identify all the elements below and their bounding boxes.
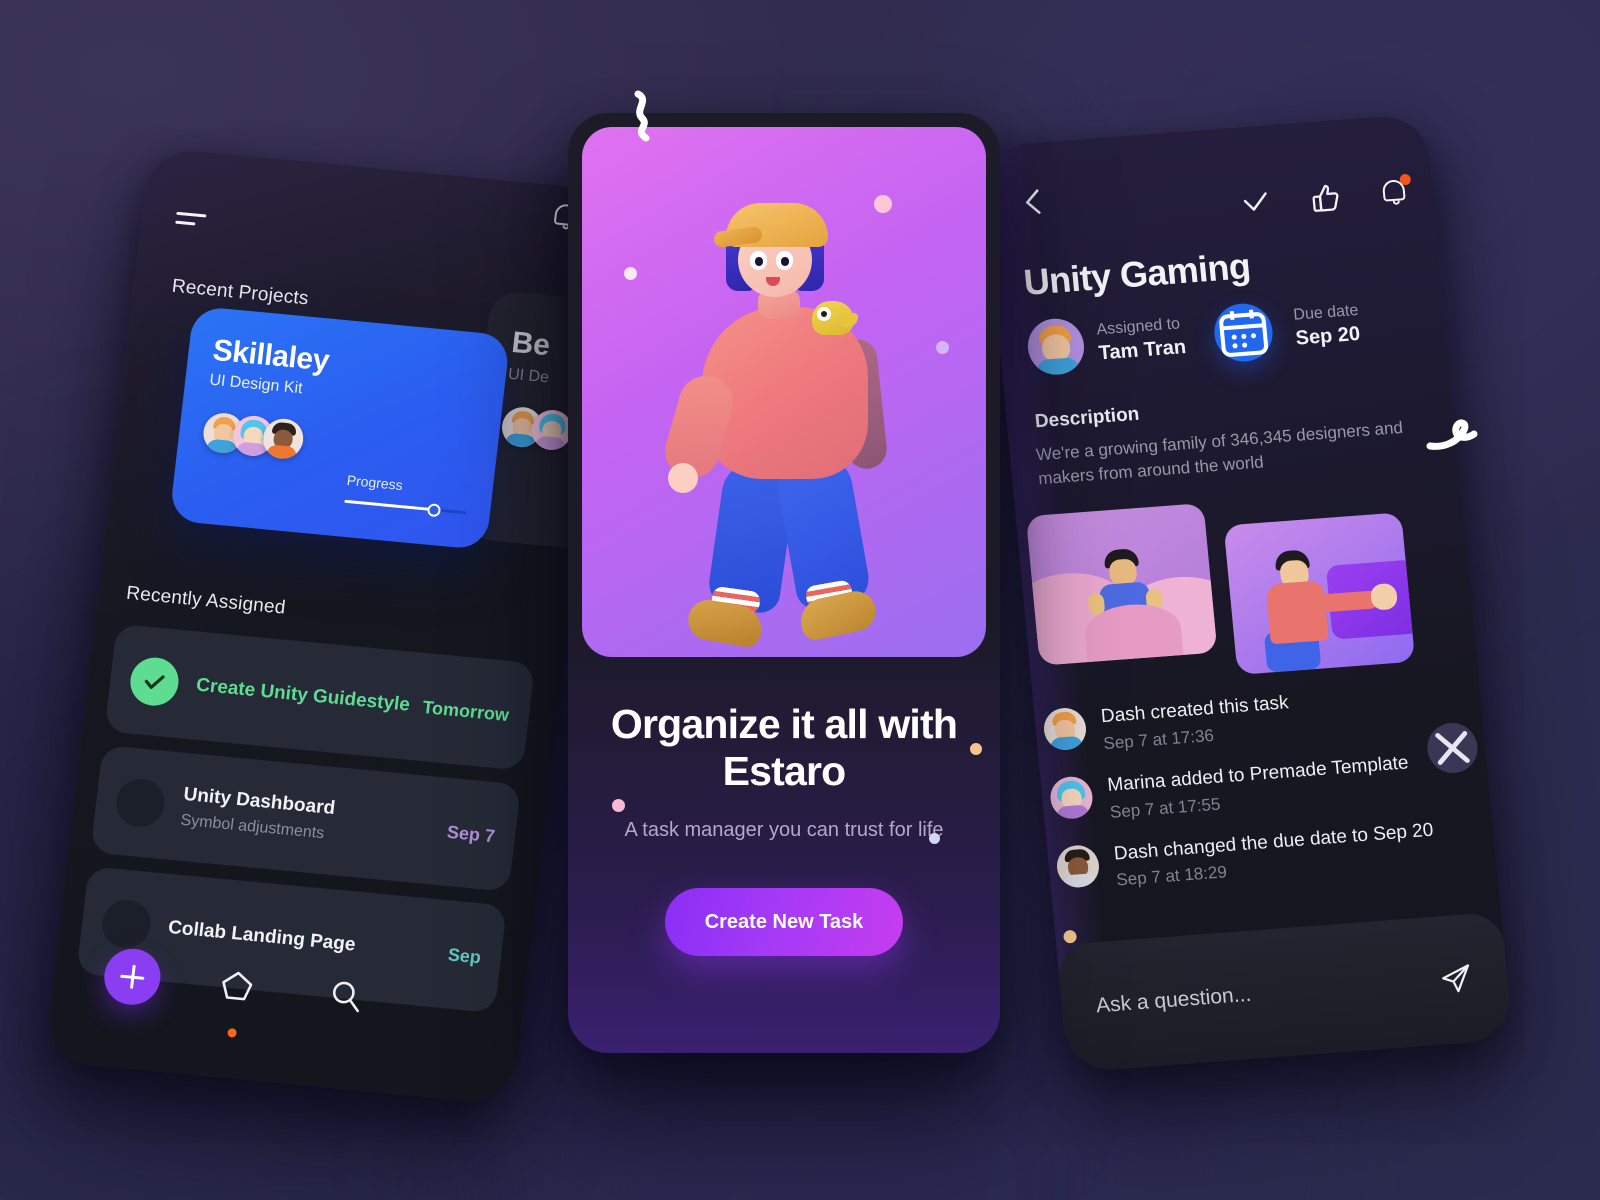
check-icon[interactable] [1240,188,1271,218]
task-title: Create Unity Guidestyle [195,674,412,716]
close-icon [1435,731,1470,765]
progress-fill [344,499,435,512]
task-row[interactable]: Create Unity Guidestyle Tomorrow [104,623,536,771]
due-date-label: Due date [1292,301,1360,324]
recently-assigned-label: Recently Assigned [125,582,287,619]
progress-track [344,499,467,517]
progress-slider[interactable]: Progress [344,471,469,517]
send-icon[interactable] [1438,961,1475,997]
progress-knob[interactable] [427,502,442,517]
chevron-left-icon[interactable] [1021,186,1046,218]
home-icon[interactable] [218,967,256,1004]
avatar [1025,316,1087,377]
assigned-to-label: Assigned to [1095,315,1181,339]
activity-item: Marina added to Premade Template Sep 7 a… [1048,747,1472,827]
thumbnail-image[interactable] [1025,503,1218,666]
decorative-dot [929,833,940,844]
squiggle-decoration [1426,419,1478,450]
phone-task-detail-screen: Unity Gaming Assigned to Tam Tran Due da… [980,113,1514,1073]
bell-icon[interactable] [1381,173,1412,207]
task-detail-title: Unity Gaming [1021,245,1252,303]
avatar [1055,843,1101,889]
canvas: Recent Projects Be UI De Skillaley UI De… [0,0,1600,1200]
decorative-dot [624,267,637,280]
decorative-dot [612,799,625,812]
notification-badge [1399,173,1412,186]
decorative-dot [936,341,949,354]
thumbs-up-icon[interactable] [1310,182,1343,214]
onboarding-title: Organize it all with Estaro [610,701,958,795]
onboarding-copy: Organize it all with Estaro A task manag… [568,657,1000,957]
plus-icon [119,964,146,990]
project-card-skillaley[interactable]: Skillaley UI Design Kit Progress [169,305,511,551]
decorative-dot [970,743,982,755]
ask-question-input[interactable] [1095,968,1441,1019]
phone-dashboard-screen: Recent Projects Be UI De Skillaley UI De… [44,146,618,1106]
activity-item: Dash created this task Sep 7 at 17:36 [1042,678,1465,758]
search-icon[interactable] [327,977,365,1014]
decorative-dot [1062,929,1078,944]
create-new-task-button[interactable]: Create New Task [665,888,903,957]
description-label: Description [1033,403,1141,433]
recent-projects-label: Recent Projects [170,275,310,310]
add-task-button[interactable] [101,946,164,1008]
activity-item: Dash changed the due date to Sep 20 Sep … [1055,815,1478,895]
avatar [1048,774,1095,820]
phone-onboarding-screen: Organize it all with Estaro A task manag… [568,113,1000,1053]
assignee-name: Tam Tran [1097,335,1188,365]
active-nav-indicator [227,1028,238,1038]
hero-illustration [582,127,986,657]
close-button[interactable] [1425,721,1480,775]
task-date: Tomorrow [421,696,511,725]
activity-feed: Dash created this task Sep 7 at 17:36 Ma… [1042,678,1480,915]
hamburger-menu-icon[interactable] [175,211,207,229]
task-row[interactable]: Unity Dashboard Symbol adjustments Sep 7 [90,745,522,892]
progress-ring-icon [113,776,168,829]
onboarding-subtitle: A task manager you can trust for life [624,819,944,842]
task-date: Sep 7 [445,821,497,846]
check-circle-icon [127,655,182,708]
ask-question-bar [1056,911,1514,1073]
character-illustration [654,179,914,657]
task-meta: Assigned to Tam Tran Due date Sep 20 [1025,295,1362,378]
calendar-icon[interactable] [1212,301,1276,364]
thumbnail-image[interactable] [1223,512,1416,675]
avatar-group [201,411,474,476]
due-date-value: Sep 20 [1294,322,1362,350]
detail-header-actions [1240,173,1412,219]
squiggle-decoration [634,90,650,142]
progress-label: Progress [345,471,404,494]
avatar [1042,706,1088,752]
attachment-thumbnails [1025,488,1416,689]
